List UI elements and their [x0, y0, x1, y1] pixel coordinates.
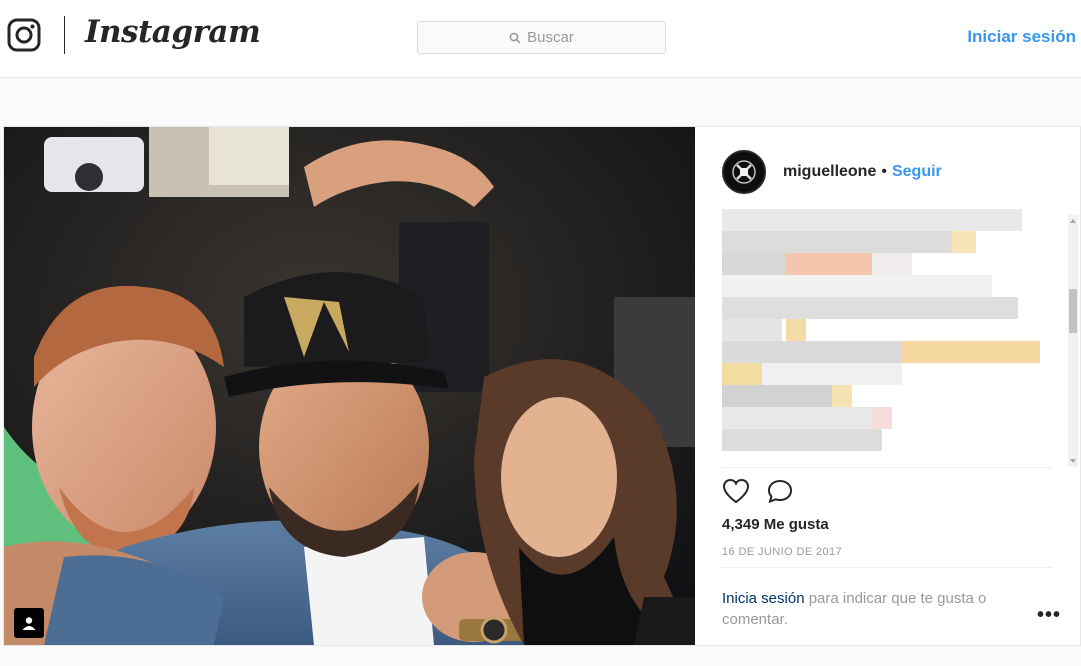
follow-button[interactable]: Seguir — [892, 163, 942, 181]
post-sidebar: miguelleone • Seguir 4,349 Me gusta 16 D… — [696, 127, 1080, 645]
username-link[interactable]: miguelleone — [783, 163, 876, 181]
top-navigation-bar: Instagram Buscar Iniciar sesión — [0, 0, 1081, 78]
search-placeholder: Buscar — [527, 29, 574, 46]
search-icon — [509, 32, 521, 44]
avatar-emblem-icon — [732, 160, 756, 184]
post-actions — [722, 478, 794, 504]
instagram-camera-icon[interactable] — [7, 18, 41, 52]
post-date: 16 DE JUNIO DE 2017 — [722, 546, 843, 558]
logo-separator — [64, 16, 65, 54]
avatar[interactable] — [722, 150, 766, 194]
user-tag-icon — [22, 617, 36, 630]
post-author-row: miguelleone • Seguir — [722, 149, 942, 195]
login-prompt: Inicia sesión para indicar que te gusta … — [722, 588, 1022, 630]
heart-icon[interactable] — [722, 478, 750, 504]
caption-scrollbar[interactable] — [1068, 215, 1078, 467]
login-prompt-link[interactable]: Inicia sesión — [722, 590, 805, 607]
instagram-wordmark[interactable]: Instagram — [85, 14, 261, 50]
search-input[interactable]: Buscar — [417, 21, 666, 54]
divider — [722, 567, 1052, 568]
scroll-up-arrow[interactable] — [1070, 219, 1076, 223]
caption-pixelated — [722, 209, 1052, 465]
user-tag-button[interactable] — [14, 608, 44, 638]
divider — [722, 467, 1052, 468]
post-card: miguelleone • Seguir 4,349 Me gusta 16 D… — [3, 126, 1081, 646]
post-photo[interactable] — [4, 127, 695, 645]
scroll-thumb[interactable] — [1069, 289, 1077, 333]
likes-count[interactable]: 4,349 Me gusta — [722, 516, 829, 533]
more-options-button[interactable]: ••• — [1037, 604, 1061, 627]
comment-icon[interactable] — [766, 478, 794, 504]
separator-dot: • — [881, 163, 887, 180]
scroll-down-arrow[interactable] — [1070, 459, 1076, 463]
login-link[interactable]: Iniciar sesión — [967, 27, 1076, 47]
